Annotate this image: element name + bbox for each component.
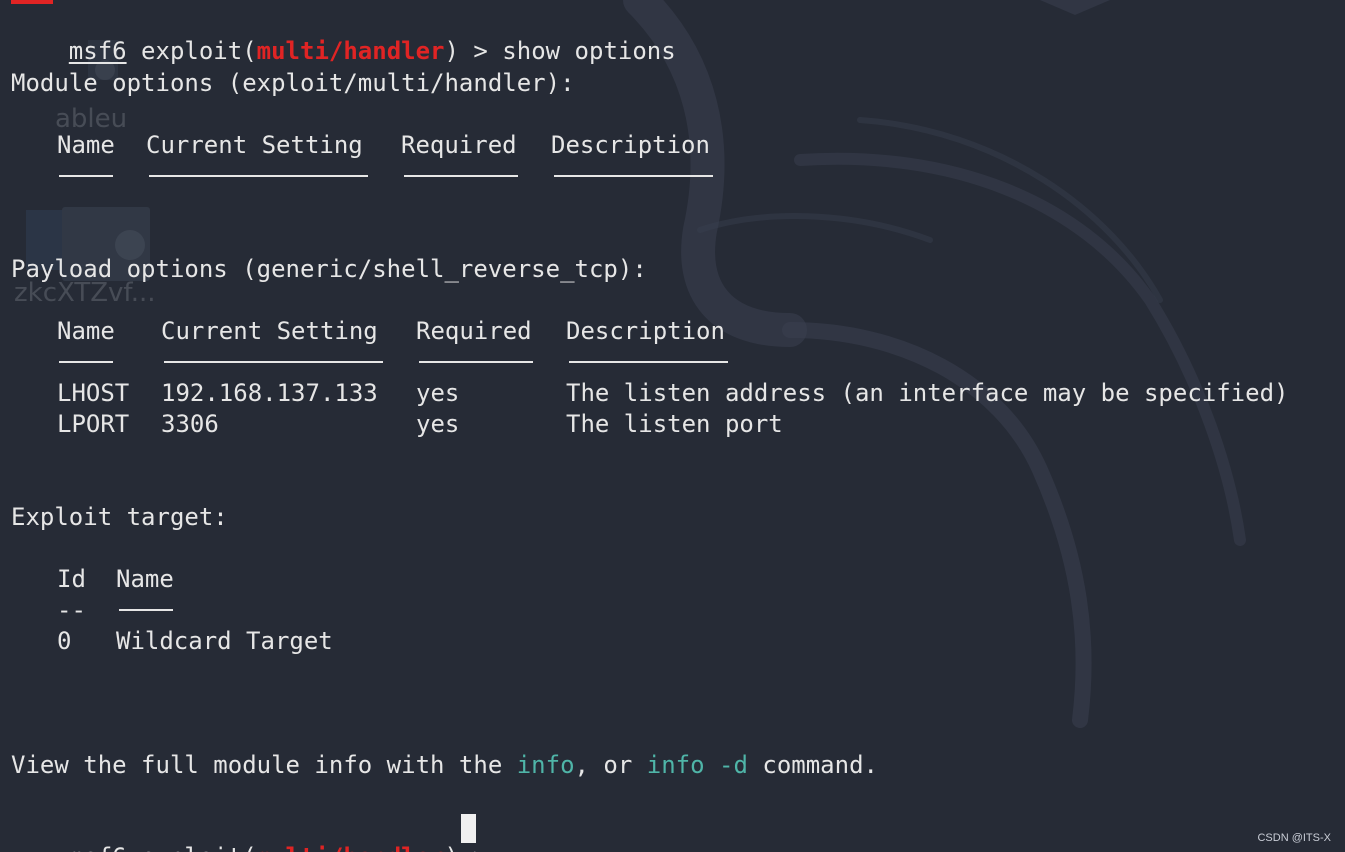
exploit-target-heading: Exploit target: — [11, 503, 228, 531]
prompt-module: multi/handler — [256, 37, 445, 65]
payload-header-description: Description — [566, 317, 725, 345]
hint-text: command. — [747, 751, 878, 779]
command-prompt-line: msf6 exploit(multi/handler) > show optio… — [68, 37, 676, 65]
payload-row-description: The listen port — [566, 410, 783, 438]
payload-header-current-setting: Current Setting — [161, 317, 378, 345]
target-header-id: Id — [57, 565, 86, 593]
module-options-heading: Module options (exploit/multi/handler): — [11, 69, 575, 97]
header-underline — [419, 361, 533, 363]
payload-row-setting: 3306 — [161, 410, 219, 438]
header-underline — [149, 175, 368, 177]
prompt-command-word: exploit — [141, 37, 243, 65]
payload-header-name: Name — [57, 317, 115, 345]
payload-row-required: yes — [416, 379, 460, 407]
command-prompt-line[interactable]: msf6 exploit(multi/handler) > — [11, 812, 502, 852]
payload-row-setting: 192.168.137.133 — [161, 379, 378, 407]
previous-output-fragment — [11, 0, 53, 4]
text-cursor[interactable] — [461, 814, 476, 843]
module-header-current-setting: Current Setting — [146, 131, 363, 159]
payload-row-name: LHOST — [57, 379, 130, 407]
watermark: CSDN @ITS-X — [1257, 832, 1331, 844]
header-underline — [554, 175, 713, 177]
target-row-name: Wildcard Target — [116, 627, 333, 655]
hint-text: , or — [574, 751, 647, 779]
prompt-module: multi/handler — [257, 843, 445, 852]
info-d-command: info -d — [646, 751, 748, 779]
target-row-id: 0 — [57, 627, 72, 655]
target-id-underline: -- — [57, 596, 86, 624]
module-header-description: Description — [551, 131, 710, 159]
prompt-symbol: > — [459, 843, 502, 852]
module-header-required: Required — [401, 131, 517, 159]
header-underline — [119, 609, 173, 611]
payload-options-heading: Payload options (generic/shell_reverse_t… — [11, 255, 647, 283]
info-command: info — [516, 751, 575, 779]
terminal-window[interactable]: ableu zkcXTZvf... msf6 exploit(multi/han… — [0, 0, 1345, 852]
header-underline — [404, 175, 518, 177]
header-underline — [164, 361, 383, 363]
payload-row-description: The listen address (an interface may be … — [566, 379, 1289, 407]
payload-row-name: LPORT — [57, 410, 130, 438]
payload-row-required: yes — [416, 410, 460, 438]
module-info-hint: View the full module info with the info,… — [11, 750, 878, 780]
prompt-user: msf6 — [69, 843, 127, 852]
target-header-name: Name — [116, 565, 174, 593]
header-underline — [59, 361, 113, 363]
prompt-user: msf6 — [68, 37, 127, 65]
payload-header-required: Required — [416, 317, 532, 345]
header-underline — [569, 361, 728, 363]
module-header-name: Name — [57, 131, 115, 159]
hint-text: View the full module info with the — [11, 751, 517, 779]
prompt-command-word: exploit — [141, 843, 242, 852]
prompt-command: > show options — [458, 37, 676, 65]
header-underline — [59, 175, 113, 177]
